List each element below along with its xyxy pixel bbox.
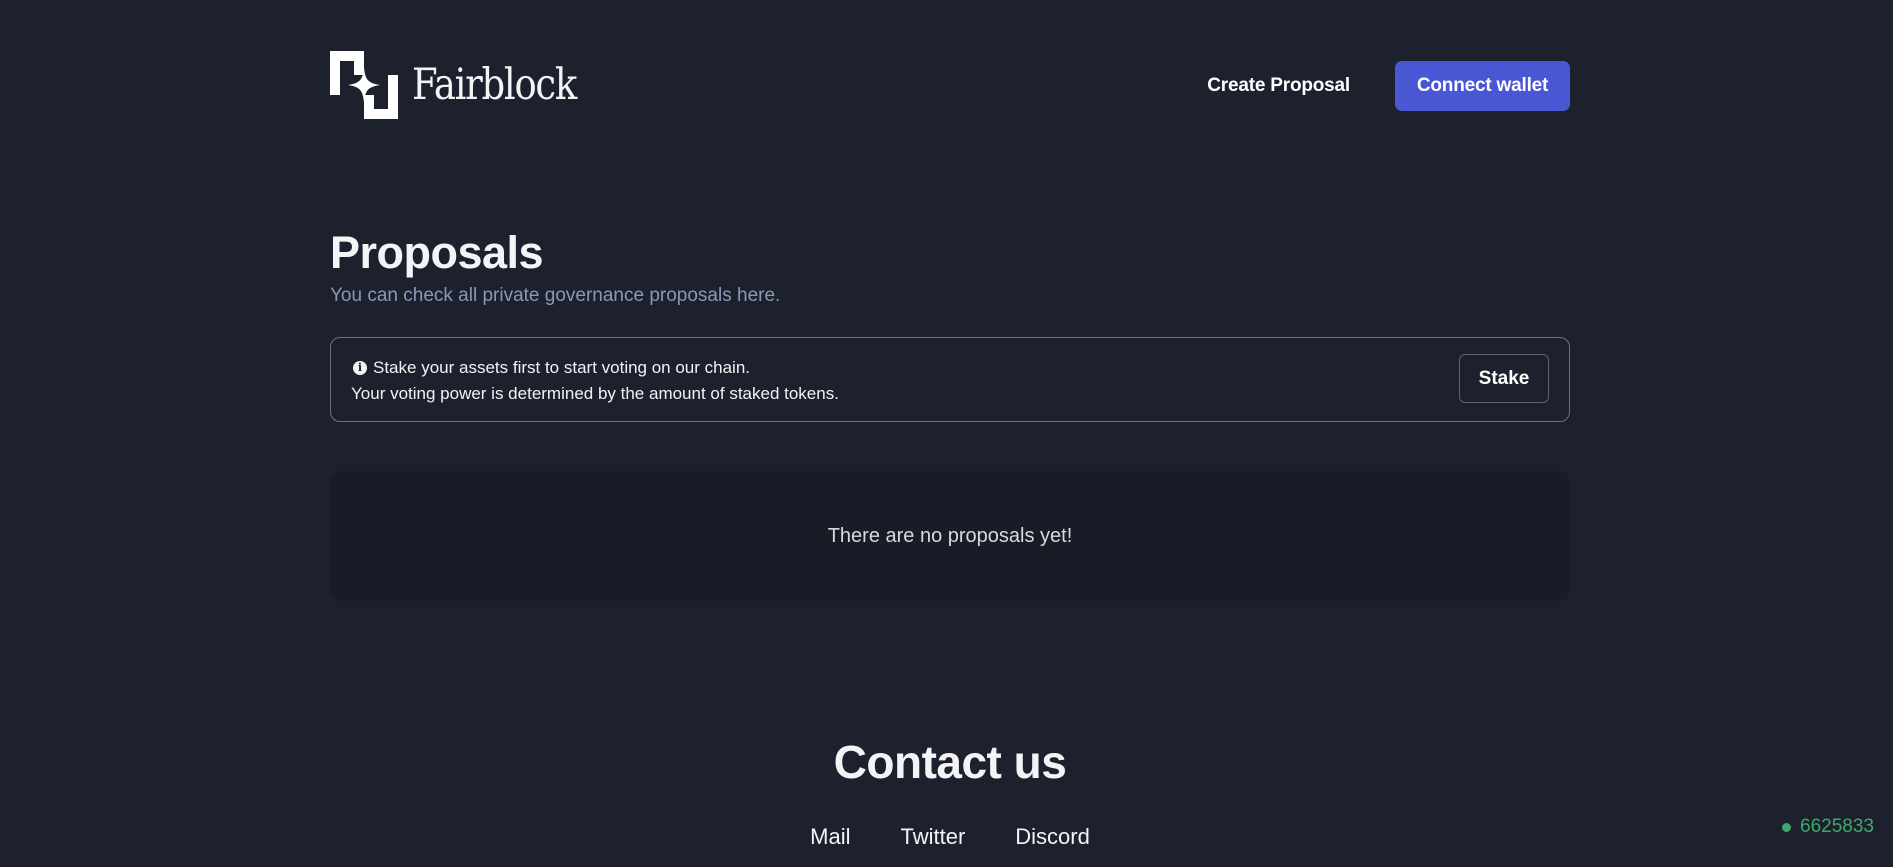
page-subtitle: You can check all private governance pro… <box>330 285 781 306</box>
main-content: Proposals You can check all private gove… <box>330 222 1570 601</box>
brand-logo[interactable]: Fairblock <box>330 51 603 119</box>
brand-name: Fairblock <box>412 59 577 110</box>
block-height: 6625833 <box>1800 816 1874 837</box>
mail-link[interactable]: Mail <box>810 822 850 852</box>
stake-button[interactable]: Stake <box>1459 354 1549 403</box>
status-dot-icon <box>1782 822 1792 832</box>
connect-wallet-button[interactable]: Connect wallet <box>1395 61 1570 111</box>
empty-state-text: There are no proposals yet! <box>827 524 1073 547</box>
contact-links: Mail Twitter Discord <box>0 822 1893 852</box>
info-icon: i <box>353 361 367 375</box>
stake-notice: i Stake your assets first to start votin… <box>330 337 1570 422</box>
create-proposal-link[interactable]: Create Proposal <box>1207 75 1350 97</box>
twitter-link[interactable]: Twitter <box>900 822 965 852</box>
stake-notice-line: i Stake your assets first to start votin… <box>351 355 839 381</box>
page: Fairblock Create Proposal Connect wallet… <box>0 0 1893 867</box>
header: Fairblock Create Proposal Connect wallet <box>330 51 1570 119</box>
stake-notice-line2: Your voting power is determined by the a… <box>351 384 839 403</box>
fairblock-logo-icon <box>330 51 398 119</box>
page-title: Proposals <box>330 227 544 278</box>
proposals-empty-state: There are no proposals yet! <box>330 471 1570 601</box>
top-nav: Create Proposal Connect wallet <box>1207 61 1570 111</box>
discord-link[interactable]: Discord <box>1015 822 1090 852</box>
stake-notice-line1: Stake your assets first to start voting … <box>373 358 751 377</box>
block-height-status: 6625833 <box>1782 816 1874 838</box>
stake-notice-text: i Stake your assets first to start votin… <box>351 355 839 407</box>
contact-title: Contact us <box>833 736 1067 788</box>
